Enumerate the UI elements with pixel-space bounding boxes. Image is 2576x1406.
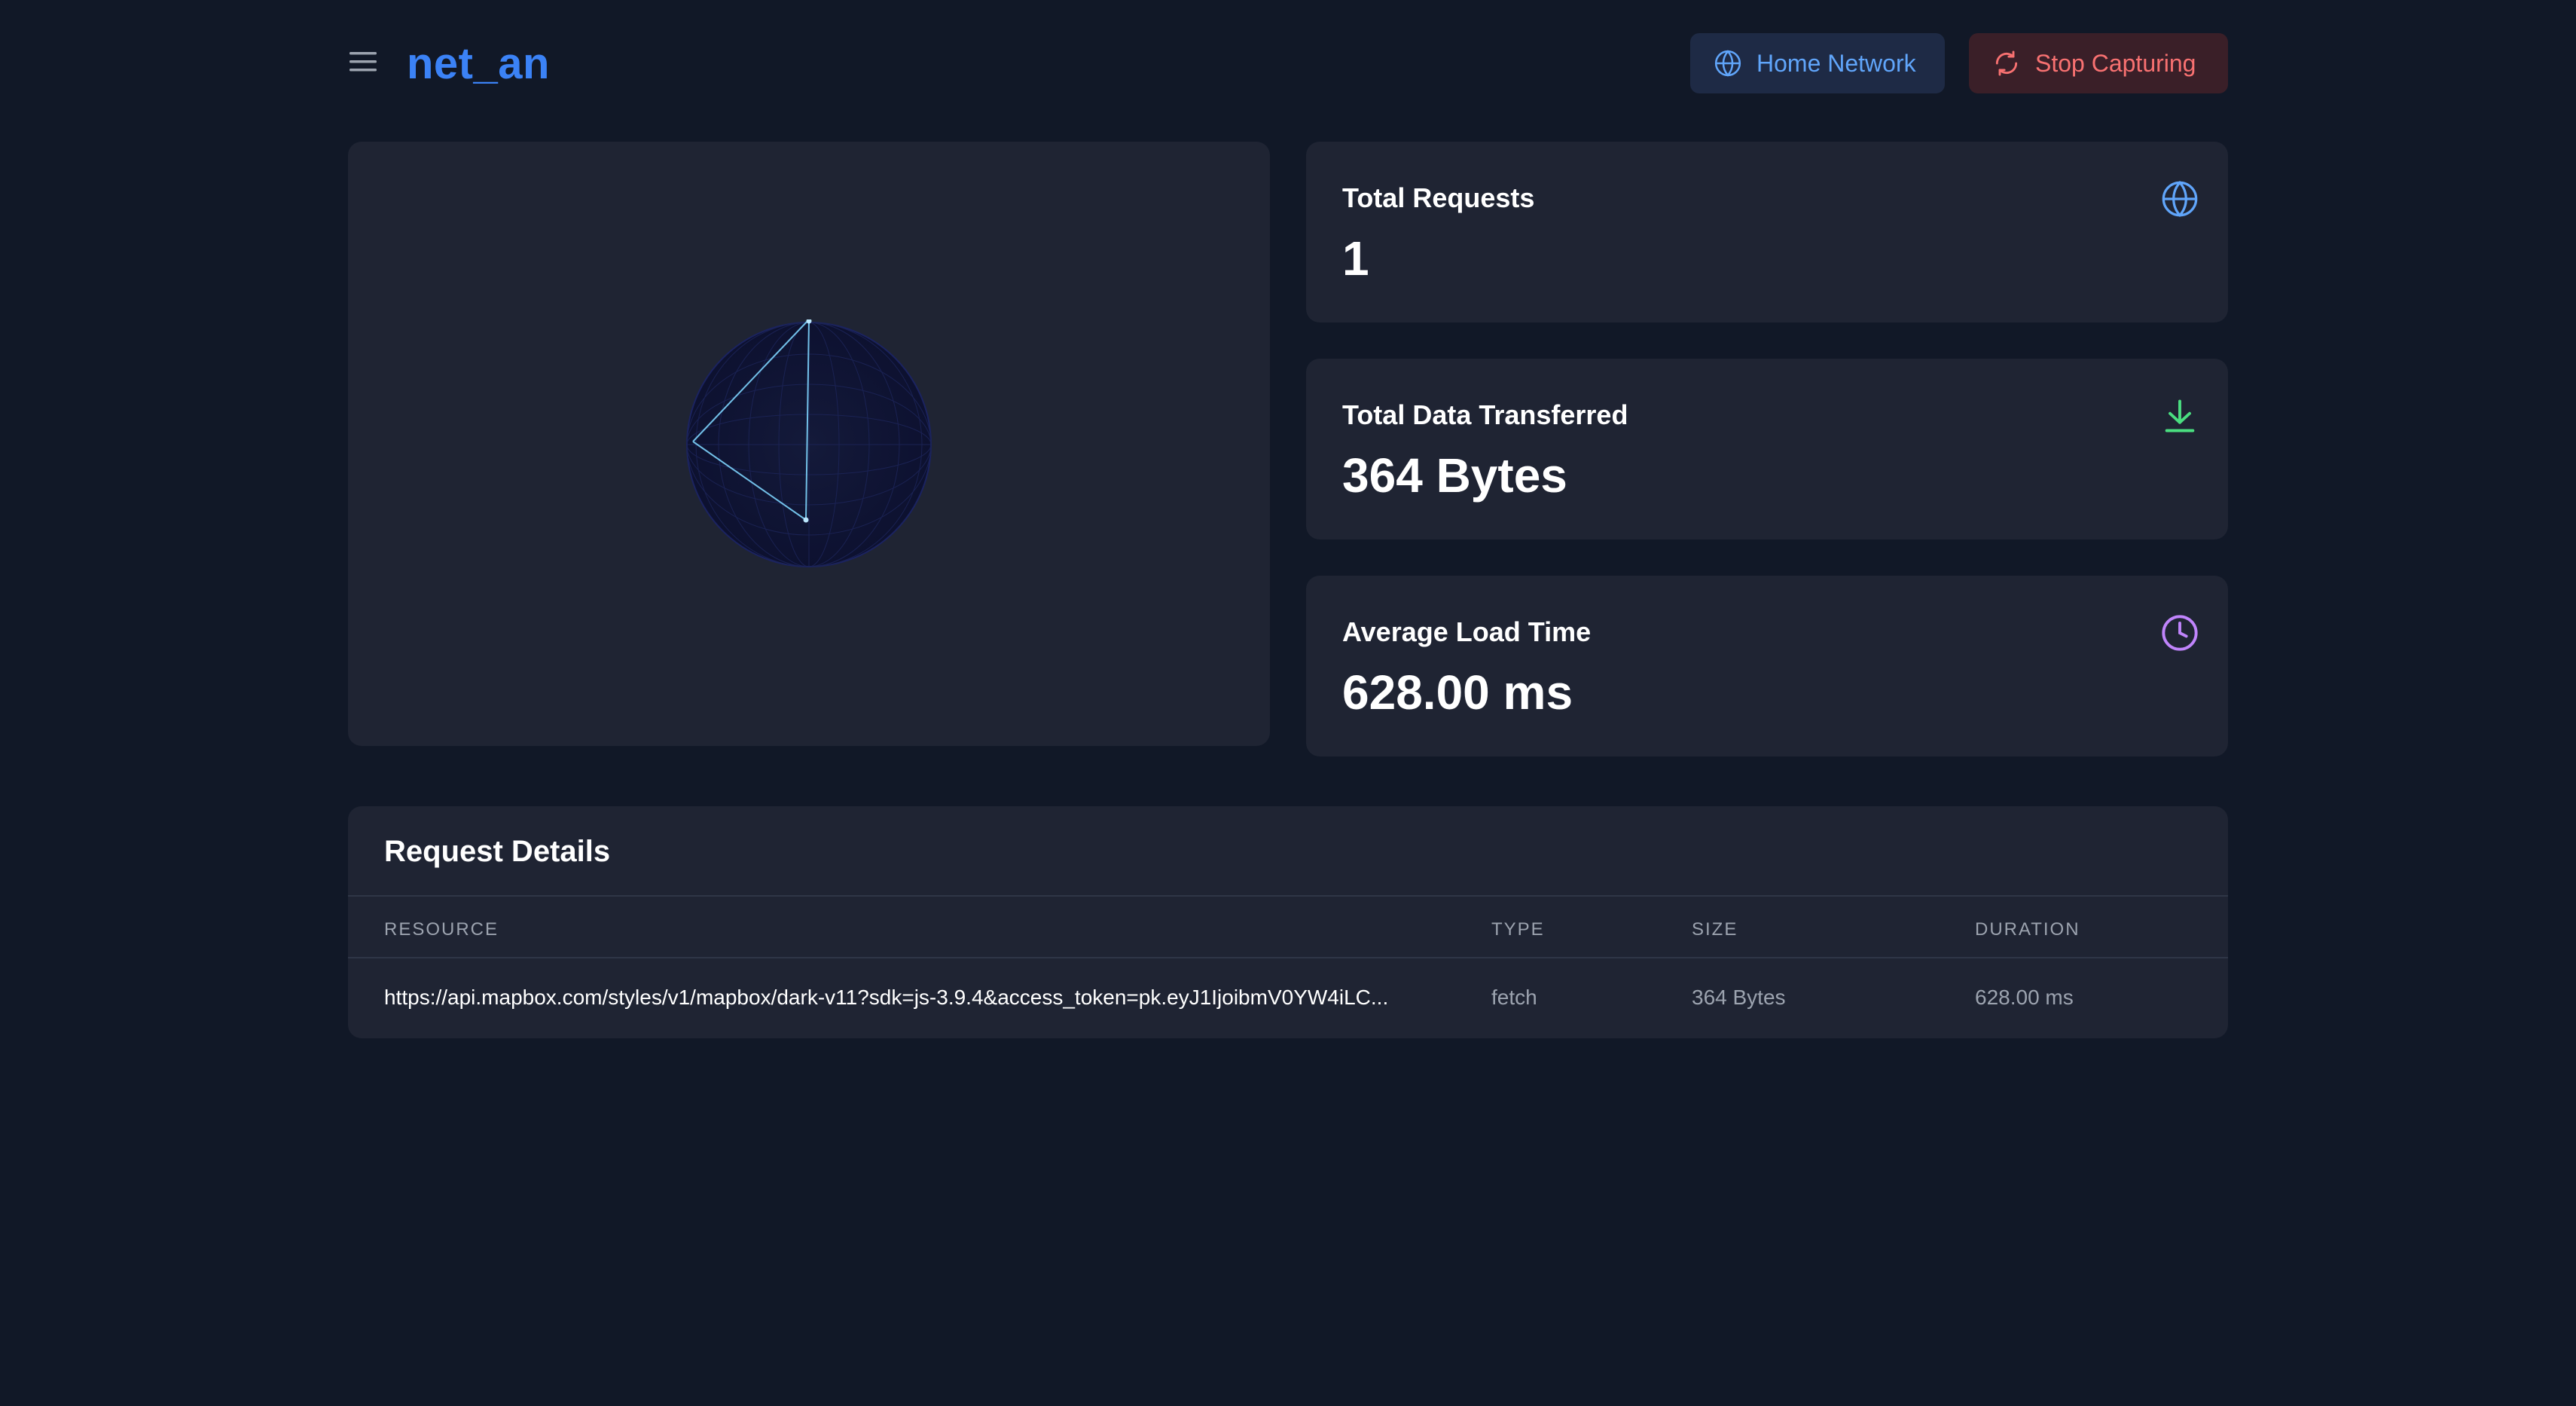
stat-label: Total Requests <box>1342 182 1535 213</box>
stat-card-average-load-time: Average Load Time 628.00 ms <box>1306 576 2228 756</box>
stat-label: Total Data Transferred <box>1342 399 1628 430</box>
stat-label: Average Load Time <box>1342 616 1592 647</box>
download-icon <box>2160 396 2199 436</box>
cell-size: 364 Bytes <box>1692 986 1786 1009</box>
table-divider <box>348 895 2228 897</box>
home-network-label: Home Network <box>1757 49 1916 77</box>
app-title: net_an <box>407 39 550 88</box>
stop-capturing-label: Stop Capturing <box>2035 49 2196 77</box>
connection-node-bottom <box>803 517 809 523</box>
home-network-button[interactable]: Home Network <box>1690 33 1945 93</box>
column-header-resource[interactable]: RESOURCE <box>384 919 499 940</box>
stat-card-total-data: Total Data Transferred 364 Bytes <box>1306 359 2228 539</box>
menu-button[interactable] <box>348 47 384 80</box>
globe-icon <box>1713 48 1743 78</box>
cell-resource[interactable]: https://api.mapbox.com/styles/v1/mapbox/… <box>384 986 1439 1010</box>
cell-type: fetch <box>1491 986 1537 1009</box>
clock-icon <box>2160 613 2199 653</box>
hamburger-menu-icon <box>349 52 377 72</box>
globe-visualization[interactable] <box>684 318 934 570</box>
cell-duration: 628.00 ms <box>1975 986 2074 1009</box>
column-header-type[interactable]: TYPE <box>1491 919 1545 940</box>
stat-value: 1 <box>1342 231 1369 286</box>
column-header-size[interactable]: SIZE <box>1692 919 1738 940</box>
globe-icon <box>2160 179 2199 219</box>
header: net_an Home Network Stop Capturing <box>348 32 2228 96</box>
request-details-table: Request Details RESOURCE TYPE SIZE DURAT… <box>348 806 2228 1038</box>
globe-map-card[interactable] <box>348 142 1270 746</box>
column-header-duration[interactable]: DURATION <box>1975 919 2080 940</box>
stat-value: 364 Bytes <box>1342 448 1567 503</box>
table-title: Request Details <box>384 835 611 868</box>
refresh-icon <box>1992 48 2022 78</box>
table-divider <box>348 957 2228 958</box>
stat-value: 628.00 ms <box>1342 665 1573 720</box>
stat-card-total-requests: Total Requests 1 <box>1306 142 2228 322</box>
stop-capturing-button[interactable]: Stop Capturing <box>1969 33 2228 93</box>
